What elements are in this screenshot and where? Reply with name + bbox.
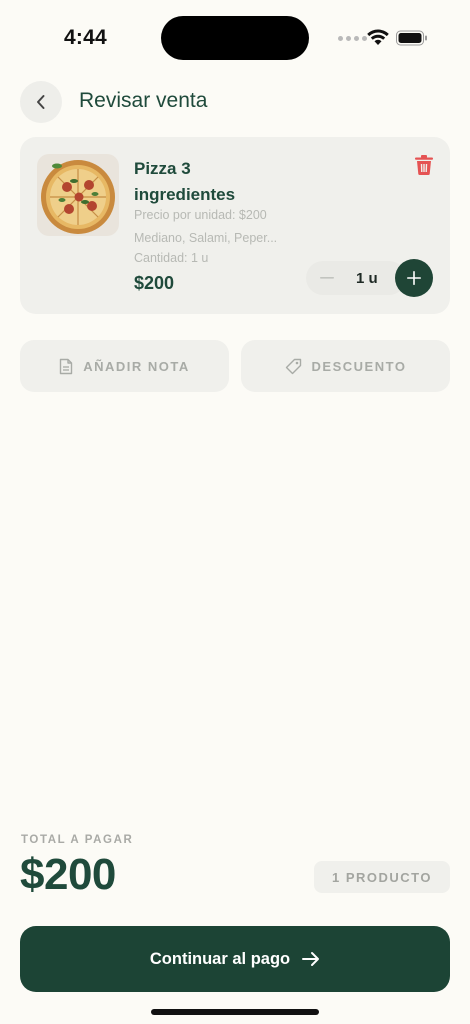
discount-label: DESCUENTO — [311, 358, 407, 374]
chevron-left-icon — [37, 95, 45, 109]
arrow-right-icon — [302, 952, 320, 966]
quantity-text: Cantidad: 1 u — [134, 251, 209, 265]
plus-icon — [407, 271, 421, 285]
dynamic-island — [161, 16, 309, 60]
status-bar: 4:44 — [0, 0, 470, 76]
decrease-quantity-button[interactable] — [312, 261, 342, 295]
tag-icon — [285, 358, 301, 374]
unit-price-text: Precio por unidad: $200 — [134, 208, 267, 222]
quantity-value: 1 u — [356, 270, 378, 287]
back-button[interactable] — [20, 81, 62, 123]
cellular-signal-icon — [338, 36, 367, 41]
minus-icon — [320, 277, 334, 279]
product-name-line1: Pizza 3 — [134, 159, 191, 178]
discount-button[interactable]: DESCUENTO — [241, 340, 450, 392]
add-note-button[interactable]: AÑADIR NOTA — [20, 340, 229, 392]
continue-to-payment-button[interactable]: Continuar al pago — [20, 926, 450, 992]
total-amount: $200 — [20, 850, 116, 899]
continue-to-payment-label: Continuar al pago — [149, 949, 291, 968]
wifi-icon — [367, 29, 389, 45]
add-note-label: AÑADIR NOTA — [83, 358, 190, 374]
product-card: Pizza 3 ingredientes Precio por unidad: … — [20, 137, 450, 314]
home-indicator — [151, 1009, 319, 1015]
product-count-label: 1 PRODUCTO — [332, 869, 432, 885]
increase-quantity-button[interactable] — [395, 259, 433, 297]
product-name-line2: ingredientes — [134, 185, 236, 204]
product-image — [37, 154, 119, 236]
product-name: Pizza 3 ingredientes — [134, 156, 334, 208]
total-label: TOTAL A PAGAR — [21, 834, 134, 846]
product-options-text: Mediano, Salami, Peper... — [134, 231, 278, 245]
product-count-badge: 1 PRODUCTO — [314, 861, 450, 893]
document-icon — [60, 358, 73, 374]
status-time: 4:44 — [64, 26, 107, 49]
trash-icon[interactable] — [414, 154, 434, 176]
quantity-stepper: 1 u — [306, 259, 433, 297]
battery-icon — [396, 30, 427, 46]
page-title: Revisar venta — [79, 89, 208, 112]
product-price: $200 — [134, 273, 175, 293]
